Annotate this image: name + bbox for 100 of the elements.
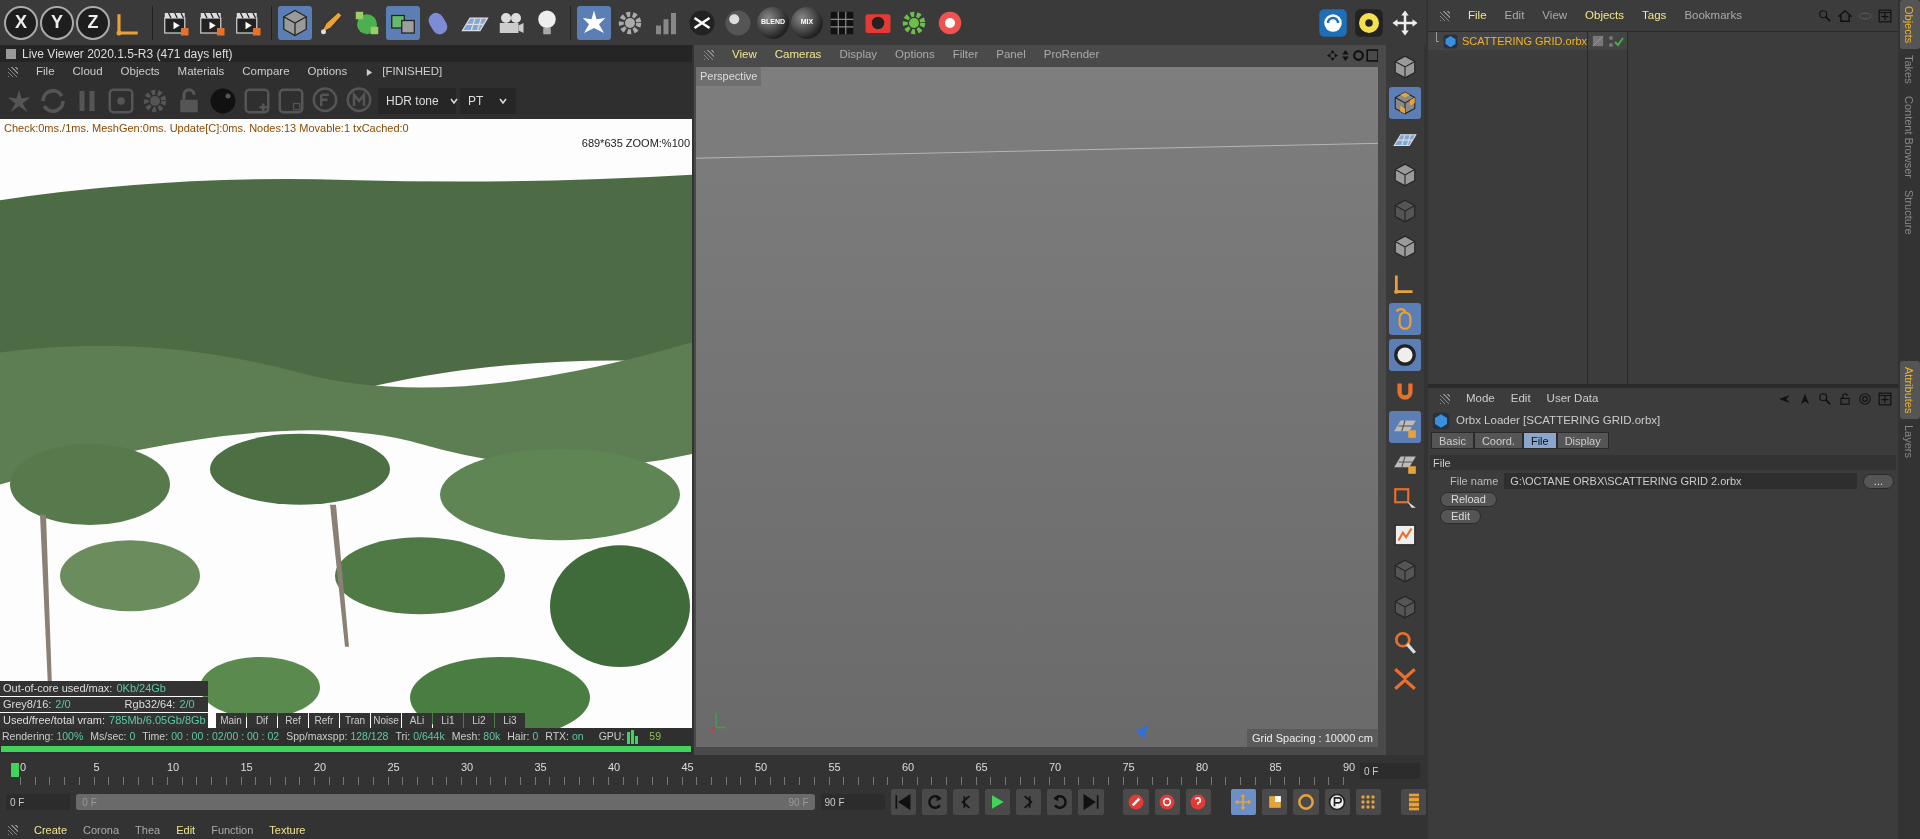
menu-item[interactable]: Display: [839, 46, 878, 64]
side-tab[interactable]: Objects: [1900, 0, 1920, 50]
menu-item[interactable]: Options: [895, 46, 935, 64]
menu-item[interactable]: Mode: [1466, 390, 1495, 408]
menu-item[interactable]: Texture: [269, 821, 306, 839]
timeline-button[interactable]: [1400, 789, 1427, 815]
tab[interactable]: Coord.: [1473, 432, 1523, 449]
parameter-key-button[interactable]: [1324, 789, 1350, 815]
next-key-button[interactable]: [1047, 789, 1073, 815]
menu-item[interactable]: ProRender: [1043, 46, 1100, 64]
object-icon: [1442, 33, 1458, 49]
record-key-button[interactable]: [1123, 789, 1149, 815]
menu-item[interactable]: Edit: [1504, 6, 1525, 25]
previous-key-button[interactable]: [922, 789, 948, 815]
pass-button[interactable]: Li2: [464, 713, 494, 728]
browse-button[interactable]: ...: [1862, 473, 1894, 489]
pass-button[interactable]: Li3: [495, 713, 525, 728]
menu-item[interactable]: Objects: [1585, 6, 1625, 25]
step-back-button[interactable]: [953, 789, 979, 815]
menu-item[interactable]: Objects: [120, 63, 160, 81]
frame-number: 15: [240, 760, 254, 775]
info-value: 59: [649, 729, 662, 745]
side-tab[interactable]: Structure: [1900, 184, 1920, 241]
menu-item[interactable]: Bookmarks: [1684, 6, 1742, 25]
snap-icon: [1392, 342, 1418, 368]
first-frame-icon: [893, 792, 914, 812]
menu-item[interactable]: Thea: [135, 821, 161, 839]
menu-item[interactable]: Compare: [242, 63, 290, 81]
play-button[interactable]: [984, 789, 1010, 815]
start-frame-field[interactable]: 0 F: [6, 794, 71, 810]
menu-item[interactable]: Filter: [952, 46, 979, 64]
point-level-button[interactable]: [1355, 789, 1382, 815]
check-icon[interactable]: [1608, 34, 1624, 48]
tab[interactable]: Basic: [1431, 432, 1474, 449]
frame-field[interactable]: 0 F: [1360, 763, 1420, 779]
pass-button[interactable]: Li1: [433, 713, 463, 728]
info-label: Time:: [142, 729, 169, 745]
pass-button[interactable]: Dif: [247, 713, 277, 728]
autokey-button[interactable]: [1154, 789, 1180, 815]
pass-button[interactable]: ALi: [402, 713, 432, 728]
info-value: 0/644k: [413, 729, 445, 745]
pass-button[interactable]: Ref: [278, 713, 308, 728]
array-button[interactable]: [386, 5, 420, 40]
end-frame-field[interactable]: 90 F: [820, 794, 885, 810]
side-tab[interactable]: Layers: [1900, 419, 1920, 465]
rotation-key-button[interactable]: [1293, 789, 1319, 815]
menu-item[interactable]: Panel: [996, 46, 1026, 64]
menu-item[interactable]: Cameras: [774, 46, 822, 64]
scale-key-button[interactable]: [1262, 789, 1288, 815]
octane-button[interactable]: [577, 5, 611, 40]
menu-item[interactable]: User Data: [1546, 390, 1599, 408]
keyframe-selection-button[interactable]: [1185, 789, 1212, 815]
parameter-key-icon: [1327, 792, 1348, 812]
info-label: Spp/maxspp:: [286, 729, 348, 745]
menu-item[interactable]: Tags: [1642, 6, 1667, 25]
tone-dropdown[interactable]: HDR tone: [378, 87, 456, 114]
frame-number: 35: [534, 760, 548, 775]
cube-button[interactable]: [278, 5, 312, 40]
side-tab[interactable]: Attributes: [1900, 360, 1920, 420]
frame-number: 55: [828, 760, 842, 775]
side-tab[interactable]: Takes: [1900, 49, 1920, 91]
axis-lock-button[interactable]: X: [4, 5, 38, 40]
position-key-button[interactable]: [1230, 789, 1257, 815]
frame-number: 5: [93, 760, 101, 775]
axis-lock-button[interactable]: Y: [40, 5, 74, 40]
menu-item[interactable]: File: [1468, 6, 1487, 25]
cube-icon: [1392, 54, 1418, 80]
action-button[interactable]: Reload: [1440, 491, 1497, 507]
action-button[interactable]: Edit: [1440, 508, 1481, 524]
pass-button[interactable]: Noise: [371, 713, 401, 728]
side-tab[interactable]: Content Browser: [1900, 90, 1920, 184]
axis-lock-button[interactable]: Z: [76, 5, 110, 40]
menu-item[interactable]: Materials: [177, 63, 225, 81]
menu-item[interactable]: Cloud: [72, 63, 103, 81]
file-name-field[interactable]: G:\OCTANE ORBX\SCATTERING GRID 2.orbx: [1504, 473, 1857, 490]
menu-item[interactable]: Function: [211, 821, 254, 839]
menu-item[interactable]: Corona: [83, 821, 120, 839]
stat-value: 2/0: [55, 697, 71, 713]
kernel-dropdown[interactable]: PT: [460, 87, 516, 114]
last-frame-button[interactable]: [1078, 789, 1104, 815]
tab[interactable]: File: [1522, 432, 1557, 449]
first-frame-button[interactable]: [890, 789, 917, 815]
menu-item[interactable]: View: [1542, 6, 1568, 25]
pass-button[interactable]: Refr: [309, 713, 339, 728]
pass-button[interactable]: Main: [216, 713, 246, 728]
frame-number: 60: [902, 760, 916, 775]
frame-number: 65: [975, 760, 989, 775]
menu-item[interactable]: File: [36, 63, 55, 81]
checker-cube-button[interactable]: [1389, 87, 1421, 119]
menu-item[interactable]: Create: [34, 821, 68, 839]
tab[interactable]: Display: [1556, 432, 1609, 449]
swirl-icon: [1318, 7, 1348, 38]
resolution-label: 689*635 ZOOM:%100: [581, 136, 690, 151]
menu-item[interactable]: Edit: [1510, 390, 1531, 408]
pass-button[interactable]: Tran: [340, 713, 370, 728]
menu-item[interactable]: Edit: [176, 821, 196, 839]
menu-item[interactable]: View: [732, 46, 757, 64]
menu-item[interactable]: Options: [307, 63, 348, 81]
step-forward-button[interactable]: [1015, 789, 1042, 815]
snap-button[interactable]: [1389, 339, 1421, 371]
